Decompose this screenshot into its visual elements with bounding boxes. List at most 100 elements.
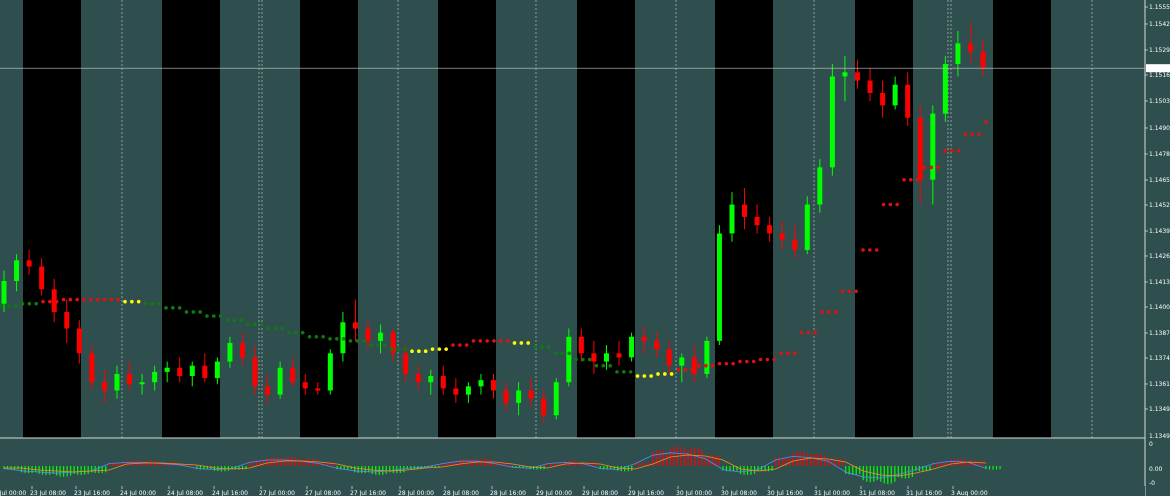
time-tick-label: 27 Jul 16:00 [350,490,386,496]
oscillator-panel[interactable] [0,437,1145,486]
candle-body[interactable] [566,336,572,383]
candle-body[interactable] [327,353,333,391]
trend-dot [335,337,339,341]
candle-body[interactable] [302,382,308,389]
candle-body[interactable] [491,380,496,391]
candle-body[interactable] [465,386,471,395]
trend-dot [663,372,667,376]
candle-body[interactable] [967,43,973,52]
candle-body[interactable] [403,353,409,374]
candle-body[interactable] [101,382,107,391]
trend-dot [382,343,387,347]
session-bands [23,0,1051,438]
chart-canvas[interactable]: 1.1555 1.1542 1.1529 1.1516 1.1503 1.1490 1.14… [0,0,1170,496]
candle-body[interactable] [641,336,647,341]
candle-body[interactable] [955,43,961,65]
candle-body[interactable] [1,280,7,304]
candle-body[interactable] [666,349,672,366]
time-tick-label: 31 Jul 00:00 [814,490,850,496]
candle-body[interactable] [792,239,798,250]
price-tick-label: 1.1478 [1149,151,1170,158]
candle-body[interactable] [591,353,597,362]
candle-body[interactable] [453,388,459,395]
candle-body[interactable] [265,386,271,395]
trend-dot [915,177,920,182]
candle-body[interactable] [654,340,660,350]
candle-body[interactable] [252,357,258,387]
trend-dot [642,374,647,378]
candle-body[interactable] [867,80,873,93]
candle-body[interactable] [378,332,384,341]
candle-body[interactable] [239,342,245,358]
candle-body[interactable] [39,266,45,290]
candle-body[interactable] [76,328,82,354]
candle-body[interactable] [516,390,522,403]
candle-body[interactable] [616,353,622,358]
candle-body[interactable] [829,76,835,168]
candle-body[interactable] [127,373,133,385]
candle-body[interactable] [679,357,685,366]
candle-body[interactable] [578,336,584,354]
candle-body[interactable] [290,367,296,383]
candle-body[interactable] [227,342,233,362]
trend-dot [861,248,865,252]
trend-dot [34,301,38,306]
candle-body[interactable] [729,204,735,234]
candle-body[interactable] [89,353,95,383]
candle-body[interactable] [754,216,760,226]
trend-dot [485,339,489,343]
candle-body[interactable] [177,367,183,377]
candle-body[interactable] [603,353,609,362]
candle-body[interactable] [14,260,20,281]
candle-body[interactable] [930,113,936,180]
candle-body[interactable] [854,72,860,81]
trend-dot [389,347,394,351]
price-tick-label: 1.1361 [1149,381,1170,388]
candle-body[interactable] [478,380,484,387]
trend-dot [294,330,298,335]
candle-body[interactable] [742,204,748,217]
candle-body[interactable] [629,336,635,358]
candle-body[interactable] [64,311,70,329]
candle-body[interactable] [905,84,911,118]
trend-dot [259,322,264,327]
candle-body[interactable] [980,51,986,69]
candle-body[interactable] [704,340,710,374]
trend-dot [48,299,52,304]
candle-body[interactable] [428,376,434,383]
candle-body[interactable] [139,382,145,385]
candle-body[interactable] [202,365,208,379]
candle-body[interactable] [415,373,421,383]
trend-dot [560,351,565,356]
candle-body[interactable] [880,92,886,106]
candle-body[interactable] [352,322,358,329]
candle-body[interactable] [503,390,509,403]
candle-body[interactable] [779,233,785,240]
candle-body[interactable] [26,260,32,267]
candle-body[interactable] [541,398,547,416]
candle-body[interactable] [189,365,195,377]
candle-body[interactable] [716,233,722,341]
trading-chart[interactable]: 1.1555 1.1542 1.1529 1.1516 1.1503 1.1490 1.14… [0,0,1170,496]
candle-body[interactable] [917,117,923,180]
candle-body[interactable] [942,64,948,114]
candle-body[interactable] [365,328,371,341]
candle-body[interactable] [277,367,283,395]
candle-body[interactable] [804,204,810,250]
trend-dot [546,345,551,349]
candle-body[interactable] [817,167,823,205]
candle-body[interactable] [842,72,848,77]
candle-body[interactable] [214,361,220,379]
candle-body[interactable] [528,390,534,399]
candle-body[interactable] [440,376,446,389]
candle-body[interactable] [315,388,321,391]
time-tick-label: 24 Jul 00:00 [120,490,156,496]
time-tick-label: 23 Jul 16:00 [74,490,110,496]
candle-body[interactable] [767,225,773,234]
candle-body[interactable] [152,371,158,383]
candle-body[interactable] [892,84,898,106]
candle-body[interactable] [114,373,120,391]
trend-dot [540,345,544,349]
candle-body[interactable] [164,367,170,372]
candle-body[interactable] [553,382,559,416]
